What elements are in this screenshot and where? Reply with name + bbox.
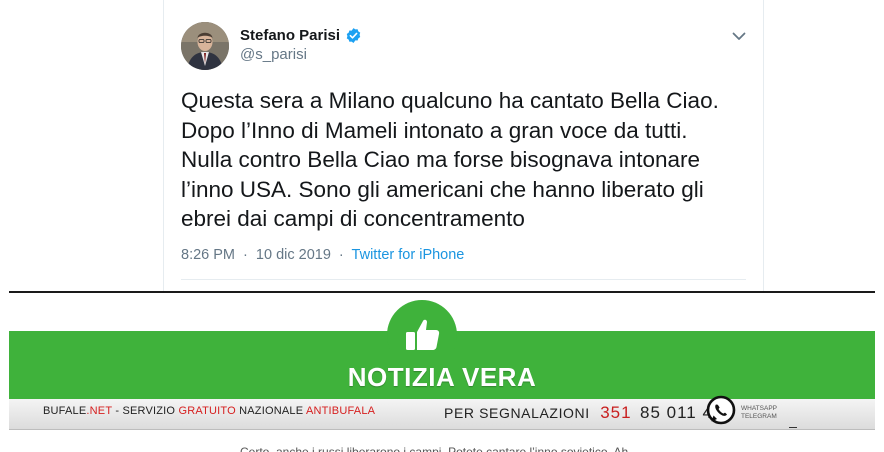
cropped-caption: Certo, anche i russi liberarono i campi.…	[240, 445, 629, 452]
tweet-author: Stefano Parisi @s_parisi	[240, 27, 362, 63]
author-handle[interactable]: @s_parisi	[240, 46, 362, 63]
meta-separator: ·	[243, 247, 248, 263]
tweet-text-line: Questa sera a Milano qualcuno ha cantato…	[181, 88, 719, 113]
thumb-badge	[387, 300, 457, 370]
thumbs-up-icon	[406, 319, 440, 350]
telegram-label: TELEGRAM	[741, 413, 777, 420]
chevron-down-icon	[732, 32, 746, 40]
whatsapp-icon[interactable]	[704, 394, 738, 428]
tweet-text-line: l’inno USA. Sono gli americani che hanno…	[181, 176, 704, 202]
strip-mark	[789, 427, 797, 428]
tweet-time[interactable]: 8:26 PM	[181, 247, 235, 263]
tweet-text-line: Dopo l’Inno di Mameli intonato a gran vo…	[181, 117, 688, 143]
tweet-source-link[interactable]: Twitter for iPhone	[352, 247, 465, 263]
tweet-text-line: Nulla contro Bella Ciao ma forse bisogna…	[181, 147, 701, 172]
verified-badge-icon	[346, 28, 361, 43]
tagline-part: - SERVIZIO	[112, 405, 179, 417]
tweet-text: Questa sera a Milano qualcuno ha cantato…	[181, 86, 751, 234]
tweet-text-line: ebrei dai campi di concentramento	[181, 206, 525, 231]
tagline-highlight: GRATUITO	[178, 405, 236, 417]
messaging-labels: WHATSAPP TELEGRAM	[741, 405, 777, 421]
banner-title: NOTIZIA VERA	[347, 362, 537, 392]
tweet-meta: 8:26 PM · 10 dic 2019 · Twitter for iPho…	[181, 247, 464, 263]
tagline-part: NAZIONALE	[235, 405, 306, 417]
phone-prefix[interactable]: 351	[600, 403, 631, 422]
report-label: PER SEGNALAZIONI	[444, 405, 590, 421]
brand-name: BUFALE	[43, 405, 87, 417]
service-tagline: BUFALE.NET - SERVIZIO GRATUITO NAZIONALE…	[43, 405, 375, 417]
tagline-highlight: ANTIBUFALA	[305, 405, 376, 417]
card-divider	[181, 279, 746, 280]
whatsapp-label: WHATSAPP	[741, 405, 777, 412]
tweet-card: Stefano Parisi @s_parisi Questa sera a M…	[163, 0, 764, 292]
brand-suffix: .NET	[86, 405, 113, 417]
meta-separator: ·	[338, 247, 344, 263]
report-contact: PER SEGNALAZIONI 351 85 011 48	[444, 403, 723, 423]
avatar[interactable]	[181, 22, 229, 70]
author-name[interactable]: Stefano Parisi	[240, 27, 340, 44]
tweet-date[interactable]: 10 dic 2019	[256, 247, 331, 263]
tweet-options-button[interactable]	[729, 26, 749, 46]
